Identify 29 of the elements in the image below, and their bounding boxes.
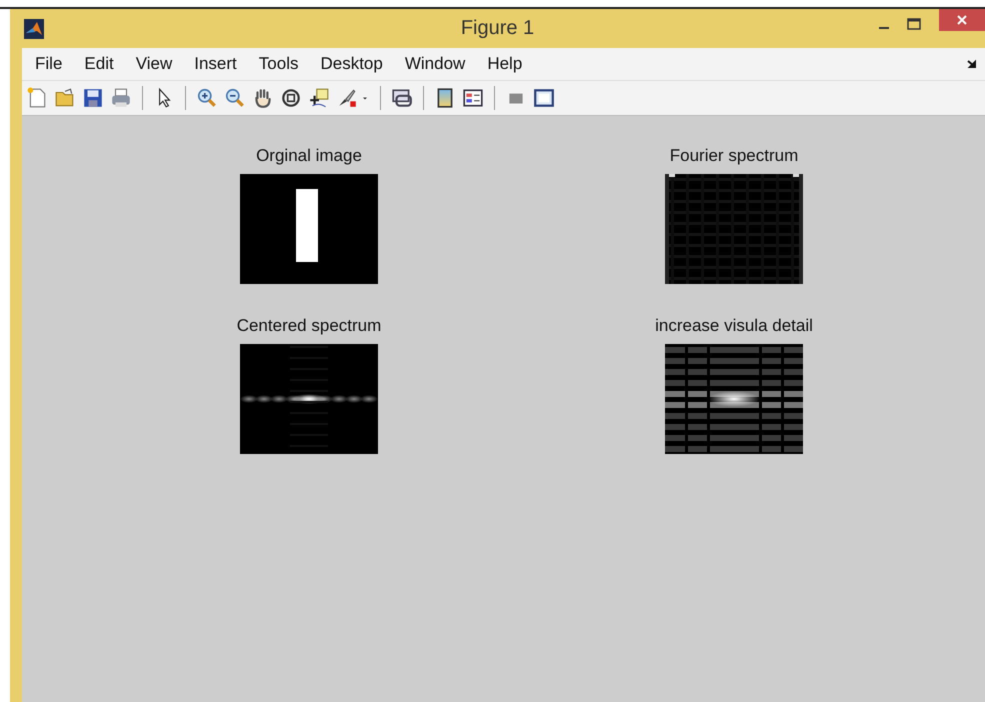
app-logo-icon — [24, 18, 44, 38]
plot-title: Orginal image — [256, 146, 362, 166]
menu-item[interactable]: Edit — [73, 52, 125, 76]
menu-item[interactable]: Tools — [248, 52, 310, 76]
zoom-out-icon[interactable] — [224, 87, 246, 109]
zoom-in-icon[interactable] — [196, 87, 218, 109]
new-file-icon[interactable] — [26, 87, 48, 109]
rotate-icon[interactable] — [280, 87, 302, 109]
dock-icon[interactable] — [533, 87, 555, 109]
plot-title: Fourier spectrum — [670, 146, 798, 166]
data-cursor-icon[interactable] — [308, 87, 330, 109]
open-folder-icon[interactable] — [54, 87, 76, 109]
plot-title: increase visula detail — [655, 316, 813, 336]
menu-item[interactable]: Insert — [183, 52, 248, 76]
save-icon[interactable] — [82, 87, 104, 109]
print-icon[interactable] — [110, 87, 132, 109]
menu-item[interactable]: Help — [476, 52, 534, 76]
window-title: Figure 1 — [460, 17, 536, 40]
maximize-icon[interactable] — [907, 18, 921, 30]
plot-title: Centered spectrum — [236, 316, 382, 336]
menu-item[interactable]: File — [24, 52, 74, 76]
close-icon — [956, 14, 968, 26]
link-icon[interactable] — [391, 87, 413, 109]
legend-icon[interactable] — [462, 87, 484, 109]
dock-arrow-icon[interactable] — [967, 59, 977, 69]
menu-item[interactable]: Desktop — [309, 52, 394, 76]
menu-item[interactable]: View — [124, 52, 184, 76]
menu-item[interactable]: Window — [394, 52, 476, 76]
close-button[interactable] — [939, 9, 985, 31]
